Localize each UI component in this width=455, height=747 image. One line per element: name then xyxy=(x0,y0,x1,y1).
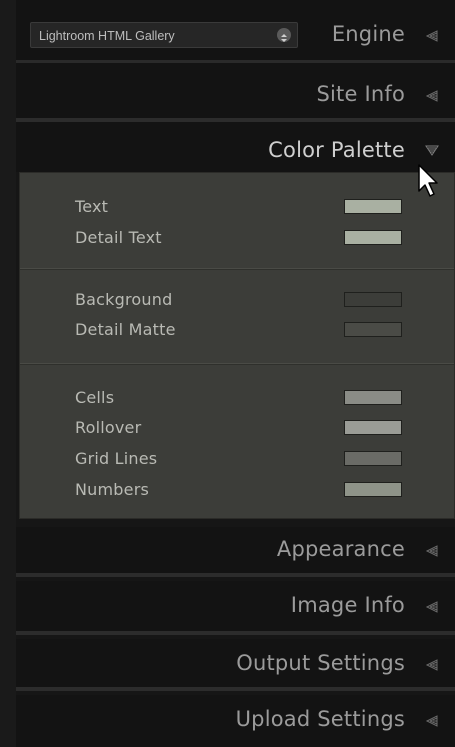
color-label: Cells xyxy=(75,388,115,407)
upload-settings-panel-header[interactable]: Upload Settings xyxy=(16,695,455,747)
color-swatch[interactable] xyxy=(344,420,402,435)
color-palette-content: Text Detail Text Background Detail Matte… xyxy=(19,172,455,519)
color-swatch[interactable] xyxy=(344,390,402,405)
site-info-panel-title: Site Info xyxy=(316,82,405,106)
output-settings-panel-title: Output Settings xyxy=(236,651,405,675)
color-palette-panel-header[interactable]: Color Palette xyxy=(16,122,455,172)
triangle-left-icon[interactable] xyxy=(425,715,439,727)
color-label: Detail Text xyxy=(75,228,162,247)
engine-panel-title: Engine xyxy=(331,22,405,46)
color-palette-panel-title: Color Palette xyxy=(268,138,405,162)
color-swatch[interactable] xyxy=(344,451,402,466)
color-swatch[interactable] xyxy=(344,199,402,214)
appearance-panel-title: Appearance xyxy=(276,537,405,561)
triangle-left-icon[interactable] xyxy=(425,90,439,102)
group-divider xyxy=(20,268,454,269)
panel-divider xyxy=(16,60,455,63)
color-swatch[interactable] xyxy=(344,292,402,307)
color-label: Text xyxy=(75,197,109,216)
engine-select[interactable]: Lightroom HTML Gallery xyxy=(30,22,298,48)
triangle-left-icon[interactable] xyxy=(425,659,439,671)
triangle-left-icon[interactable] xyxy=(425,601,439,613)
image-info-panel-title: Image Info xyxy=(290,593,405,617)
color-row-detail-text[interactable]: Detail Text xyxy=(20,224,454,255)
site-info-panel-header[interactable]: Site Info xyxy=(16,70,455,122)
color-label: Detail Matte xyxy=(75,320,176,339)
appearance-panel-header[interactable]: Appearance xyxy=(16,527,455,577)
color-row-background[interactable]: Background xyxy=(20,286,454,317)
engine-select-value: Lightroom HTML Gallery xyxy=(39,29,175,43)
upload-settings-panel-title: Upload Settings xyxy=(235,707,405,731)
color-row-grid-lines[interactable]: Grid Lines xyxy=(20,445,454,476)
color-label: Grid Lines xyxy=(75,449,158,468)
color-row-cells[interactable]: Cells xyxy=(20,384,454,415)
triangle-down-icon[interactable] xyxy=(425,144,439,156)
color-swatch[interactable] xyxy=(344,482,402,497)
color-label: Numbers xyxy=(75,480,150,499)
up-down-stepper-icon xyxy=(277,28,291,42)
triangle-left-icon[interactable] xyxy=(425,545,439,557)
color-row-text[interactable]: Text xyxy=(20,193,454,224)
mouse-pointer-icon xyxy=(418,164,438,197)
triangle-left-icon[interactable] xyxy=(425,30,439,42)
color-row-rollover[interactable]: Rollover xyxy=(20,414,454,445)
color-swatch[interactable] xyxy=(344,230,402,245)
color-row-detail-matte[interactable]: Detail Matte xyxy=(20,316,454,347)
image-info-panel-header[interactable]: Image Info xyxy=(16,581,455,635)
color-label: Background xyxy=(75,290,173,309)
output-settings-panel-header[interactable]: Output Settings xyxy=(16,639,455,691)
color-swatch[interactable] xyxy=(344,322,402,337)
color-label: Rollover xyxy=(75,418,142,437)
color-row-numbers[interactable]: Numbers xyxy=(20,476,454,507)
group-divider xyxy=(20,363,454,364)
